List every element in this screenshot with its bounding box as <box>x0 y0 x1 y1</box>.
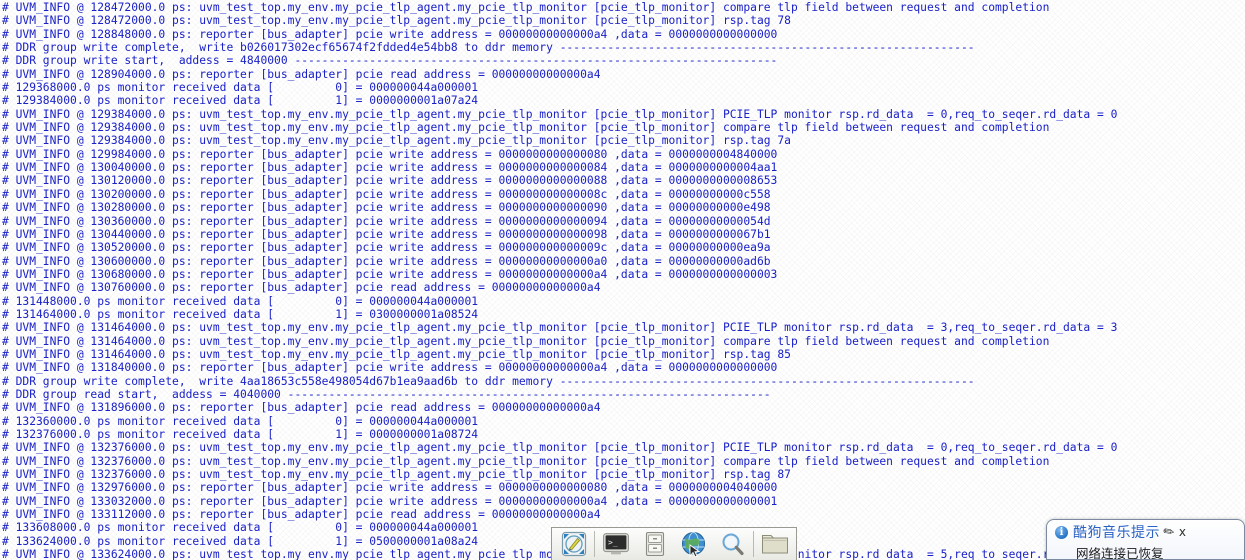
console-line: # DDR group read start, addess = 4040000… <box>2 387 771 401</box>
console-line: # UVM_INFO @ 128904000.0 ps: reporter [b… <box>2 67 601 81</box>
console-line: # DDR group write start, addess = 484000… <box>2 54 778 68</box>
console-line: # UVM_INFO @ 132376000.0 ps: uvm_test_to… <box>2 468 791 482</box>
web-browser-icon <box>682 531 705 558</box>
notification-message: 网络连接已恢复 <box>1076 546 1164 560</box>
console-line: # UVM_INFO @ 131896000.0 ps: reporter [b… <box>2 401 601 415</box>
console-line: # UVM_INFO @ 130200000.0 ps: reporter [b… <box>2 187 771 201</box>
dock-item-browser[interactable] <box>674 529 713 560</box>
close-icon[interactable]: x <box>1179 526 1186 538</box>
console-line: # UVM_INFO @ 130520000.0 ps: reporter [b… <box>2 241 771 255</box>
console-line: # DDR group write complete, write 4aa186… <box>2 374 975 388</box>
console-line: # UVM_INFO @ 129984000.0 ps: reporter [b… <box>2 147 778 161</box>
dock-separator-1 <box>594 531 595 557</box>
console-line: # UVM_INFO @ 131464000.0 ps: uvm_test_to… <box>2 347 791 361</box>
console-line: # UVM_INFO @ 128472000.0 ps: uvm_test_to… <box>2 1 1050 14</box>
console-line: # 129368000.0 ps monitor received data [… <box>2 81 479 95</box>
notification-title: 酷狗音乐提示 <box>1073 525 1160 541</box>
notification-header: i 酷狗音乐提示 ✎ x <box>1047 520 1244 542</box>
svg-text:>_: >_ <box>608 538 618 547</box>
dock-item-editor[interactable] <box>554 529 593 560</box>
console-line: # UVM_INFO @ 131464000.0 ps: uvm_test_to… <box>2 334 1050 348</box>
console-line: # 129384000.0 ps monitor received data [… <box>2 94 479 108</box>
file-cabinet-icon <box>645 531 664 557</box>
console-line: # 132376000.0 ps monitor received data [… <box>2 428 479 441</box>
dock-item-folder[interactable] <box>755 529 794 560</box>
console-line: # UVM_INFO @ 130280000.0 ps: reporter [b… <box>2 201 771 215</box>
console-line: # UVM_INFO @ 132376000.0 ps: uvm_test_to… <box>2 441 1118 455</box>
dock-item-search[interactable] <box>713 529 752 560</box>
pin-icon[interactable]: ✎ <box>1161 523 1179 542</box>
editor-icon <box>561 531 586 557</box>
notification-balloon[interactable]: i 酷狗音乐提示 ✎ x 网络连接已恢复 <box>1046 519 1245 560</box>
terminal-icon: >_ <box>602 533 629 555</box>
console-line: # UVM_INFO @ 129384000.0 ps: uvm_test_to… <box>2 134 791 148</box>
console-line: # UVM_INFO @ 130600000.0 ps: reporter [b… <box>2 254 771 268</box>
console-line: # UVM_INFO @ 131840000.0 ps: reporter [b… <box>2 361 778 375</box>
dock-separator-2 <box>753 531 754 557</box>
magnifier-icon <box>722 533 744 555</box>
application-dock[interactable]: >_ <box>551 527 797 560</box>
console-line: # UVM_INFO @ 130120000.0 ps: reporter [b… <box>2 174 778 188</box>
console-line: # UVM_INFO @ 130440000.0 ps: reporter [b… <box>2 227 771 241</box>
console-line: # DDR group write complete, write b02601… <box>2 41 975 55</box>
dock-item-file-cabinet[interactable] <box>635 529 674 560</box>
console-line: # UVM_INFO @ 130360000.0 ps: reporter [b… <box>2 214 771 228</box>
info-icon: i <box>1055 525 1068 539</box>
console-line: # UVM_INFO @ 132976000.0 ps: reporter [b… <box>2 481 778 495</box>
console-line: # UVM_INFO @ 130680000.0 ps: reporter [b… <box>2 267 778 281</box>
folder-icon <box>761 535 788 554</box>
console-line: # UVM_INFO @ 130760000.0 ps: reporter [b… <box>2 281 601 295</box>
console-line: # UVM_INFO @ 133032000.0 ps: reporter [b… <box>2 494 778 508</box>
console-line: # UVM_INFO @ 132376000.0 ps: uvm_test_to… <box>2 454 1050 468</box>
dock-item-terminal[interactable]: >_ <box>596 529 635 560</box>
console-line: # UVM_INFO @ 129384000.0 ps: uvm_test_to… <box>2 107 1118 121</box>
console-line: # UVM_INFO @ 129384000.0 ps: uvm_test_to… <box>2 121 1050 135</box>
desktop-screen: # UVM_INFO @ 128472000.0 ps: uvm_test_to… <box>0 0 1245 560</box>
console-line: # UVM_INFO @ 130040000.0 ps: reporter [b… <box>2 161 778 175</box>
console-line: # UVM_INFO @ 131464000.0 ps: uvm_test_to… <box>2 321 1118 335</box>
console-line: # UVM_INFO @ 128472000.0 ps: uvm_test_to… <box>2 14 791 28</box>
simulation-console-log[interactable]: # UVM_INFO @ 128472000.0 ps: uvm_test_to… <box>0 0 1245 560</box>
console-line: # 132360000.0 ps monitor received data [… <box>2 414 479 428</box>
console-line: # UVM_INFO @ 128848000.0 ps: reporter [b… <box>2 27 778 41</box>
console-line: # 131448000.0 ps monitor received data [… <box>2 294 479 308</box>
console-line: # 131464000.0 ps monitor received data [… <box>2 307 479 321</box>
